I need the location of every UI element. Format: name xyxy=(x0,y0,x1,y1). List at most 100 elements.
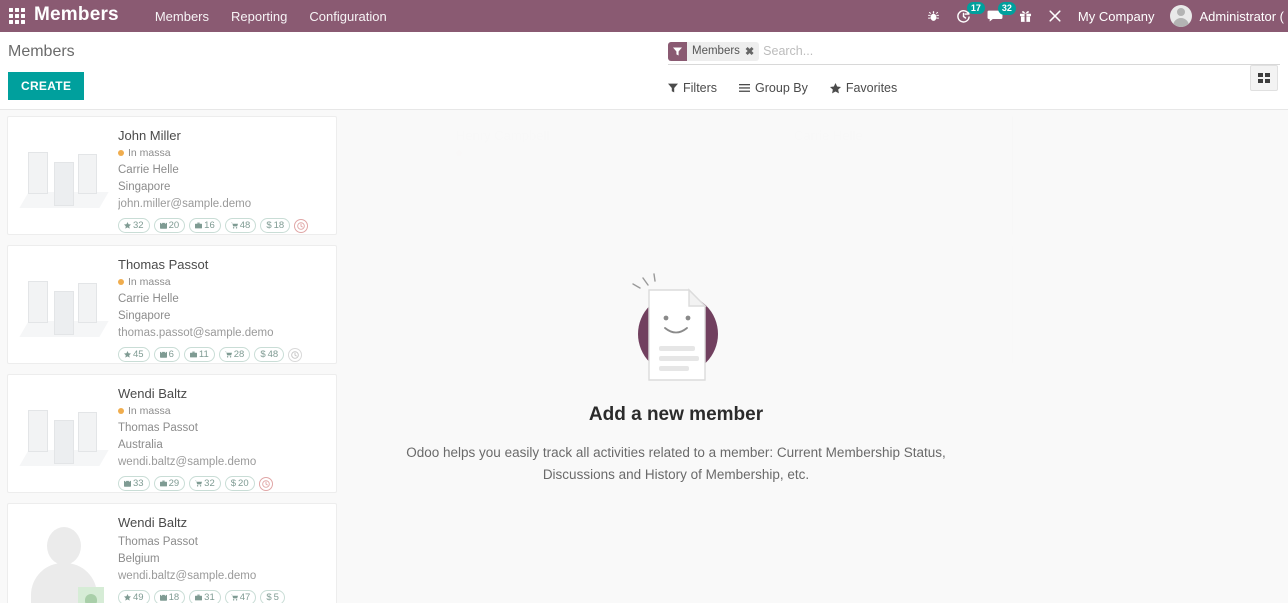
member-tags: In massa xyxy=(118,405,326,417)
tools-icon[interactable] xyxy=(1048,9,1062,23)
member-contact: Carrie Helle xyxy=(118,293,179,305)
cart-icon xyxy=(195,480,203,487)
badge-value: 29 xyxy=(168,478,180,489)
cart-icon xyxy=(230,222,238,229)
member-country: Singapore xyxy=(118,181,171,193)
dollar-icon: $ xyxy=(266,220,272,231)
member-email: wendi.baltz@sample.demo xyxy=(118,456,257,468)
member-card[interactable]: Your logo Henry Campbell In massa Volutp… xyxy=(345,116,675,235)
menu-item-configuration[interactable]: Configuration xyxy=(309,9,386,24)
tag-label: In massa xyxy=(466,147,509,159)
main-menu: Members Reporting Configuration xyxy=(155,9,387,24)
star-icon xyxy=(124,222,131,229)
messages-icon[interactable]: 32 xyxy=(987,2,1016,23)
kanban-column-3: Carrie Helle Thomas Passot Belgium carri… xyxy=(683,116,1021,503)
user-menu[interactable]: Administrator ( xyxy=(1170,5,1284,27)
tag-label: In massa xyxy=(128,405,171,417)
badge-value: 11 xyxy=(198,349,209,360)
calendar-icon xyxy=(159,594,167,601)
clock-icon[interactable] xyxy=(596,218,611,233)
card-body: Thomas Passot xyxy=(794,255,1002,355)
search-bar[interactable]: Members ✖ xyxy=(668,41,1280,65)
badge-amount: $35 xyxy=(931,203,961,218)
favorites-label: Favorites xyxy=(845,81,898,95)
menu-item-members[interactable]: Members xyxy=(155,9,209,24)
badge-star: 37 xyxy=(456,218,488,233)
page-title: Members xyxy=(8,43,75,60)
badge-value: 49 xyxy=(133,592,144,603)
member-card[interactable]: Wendi Baltz In massa Thomas Passot Austr… xyxy=(7,374,337,493)
member-name: Carrie Helle xyxy=(794,128,863,143)
card-image xyxy=(18,255,110,355)
clock-icon[interactable] xyxy=(288,347,303,362)
kanban-view-icon xyxy=(1258,73,1270,83)
member-card[interactable]: Wendi Baltz Thomas Passot Belgium wendi.… xyxy=(7,503,337,603)
bug-icon[interactable] xyxy=(927,10,940,23)
clock-icon[interactable] xyxy=(294,218,309,233)
member-card[interactable]: Thomas Passot xyxy=(683,245,1013,364)
card-body: Thomas Passot In massa Carrie Helle Sing… xyxy=(118,255,326,362)
filters-button[interactable]: Filters xyxy=(668,81,717,95)
member-country: Belgium xyxy=(118,553,160,565)
create-button[interactable]: CREATE xyxy=(8,72,85,100)
badge-star: 32 xyxy=(118,218,150,233)
member-email: wendi.baltz@sample.demo xyxy=(118,570,257,582)
gift-icon[interactable] xyxy=(1019,10,1032,23)
member-name: John Miller xyxy=(118,128,181,143)
star-icon xyxy=(800,207,807,214)
member-card[interactable]: Thomas Passot In massa Carrie Helle Sing… xyxy=(7,245,337,364)
facet-remove-icon[interactable]: ✖ xyxy=(745,45,754,58)
person-illustration-icon xyxy=(359,136,445,220)
badge-value: 21 xyxy=(910,205,922,216)
company-selector[interactable]: My Company xyxy=(1078,9,1155,24)
member-badges: 45 6 11 28 $48 xyxy=(118,347,326,362)
view-switcher-kanban[interactable] xyxy=(1250,65,1278,91)
dollar-icon: $ xyxy=(568,220,575,231)
activity-clock-icon[interactable]: 17 xyxy=(956,1,985,24)
badge-cart: 48 xyxy=(224,218,257,233)
messages-count-badge: 32 xyxy=(997,2,1016,15)
badge-value: 47 xyxy=(239,592,251,603)
buildings-illustration-icon xyxy=(19,140,109,212)
control-panel: Members CREATE Members ✖ Search... Filte… xyxy=(0,32,1288,110)
facet-label: Members xyxy=(692,45,740,57)
briefcase-icon xyxy=(189,351,197,358)
card-image xyxy=(694,255,786,355)
search-input[interactable] xyxy=(761,44,1280,58)
member-email: john.miller@sample.demo xyxy=(118,198,252,210)
user-name-label: Administrator ( xyxy=(1199,8,1284,24)
badge-value: 20 xyxy=(238,478,249,489)
member-card[interactable]: John Miller In massa Carrie Helle Singap… xyxy=(7,116,337,235)
card-body: Wendi Baltz Thomas Passot Belgium wendi.… xyxy=(118,513,326,603)
filter-funnel-icon xyxy=(668,83,678,93)
member-name: Wendi Baltz xyxy=(118,515,188,530)
buildings-illustration-icon xyxy=(698,269,782,341)
member-badges: 37 15 43 $25 xyxy=(456,218,664,233)
kanban-view: John Miller In massa Carrie Helle Singap… xyxy=(0,110,1288,603)
favorites-button[interactable]: Favorites xyxy=(829,81,898,95)
member-name: Henry Campbell xyxy=(456,128,550,143)
status-dot-icon xyxy=(118,408,124,414)
group-by-button[interactable]: Group By xyxy=(739,81,808,95)
badge-value: 35 xyxy=(944,205,955,216)
calendar-icon xyxy=(124,480,131,487)
clock-icon[interactable] xyxy=(964,203,979,218)
tag-label: In massa xyxy=(128,147,171,159)
apps-grid-icon[interactable] xyxy=(0,8,34,24)
status-dot-icon xyxy=(118,279,124,285)
badge-calendar: 6 xyxy=(153,347,180,362)
clock-icon[interactable] xyxy=(258,476,273,491)
menu-item-reporting[interactable]: Reporting xyxy=(231,9,287,24)
badge-value: 16 xyxy=(204,220,215,231)
search-facet-members[interactable]: Members ✖ xyxy=(668,41,760,61)
badge-value: 31 xyxy=(204,592,215,603)
member-card[interactable]: Carrie Helle Thomas Passot Belgium carri… xyxy=(683,116,1013,235)
filter-funnel-icon xyxy=(668,41,687,61)
tag-label: In massa xyxy=(128,276,171,288)
member-card[interactable]: John Miller xyxy=(345,245,675,364)
card-image xyxy=(356,255,448,355)
badge-calendar: 40 xyxy=(829,203,862,218)
control-panel-left: Members CREATE xyxy=(8,32,668,100)
member-badges: 49 18 31 47 $5 xyxy=(118,590,326,603)
person-illustration-icon xyxy=(359,265,445,345)
